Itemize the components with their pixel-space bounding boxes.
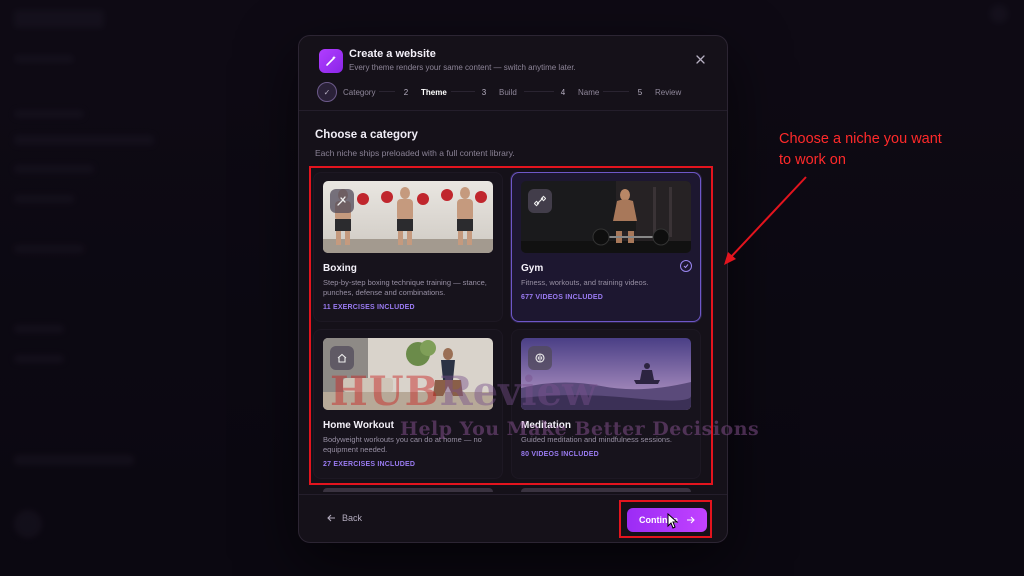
- annotation-arrow: [724, 176, 807, 265]
- cursor-icon: [667, 513, 679, 529]
